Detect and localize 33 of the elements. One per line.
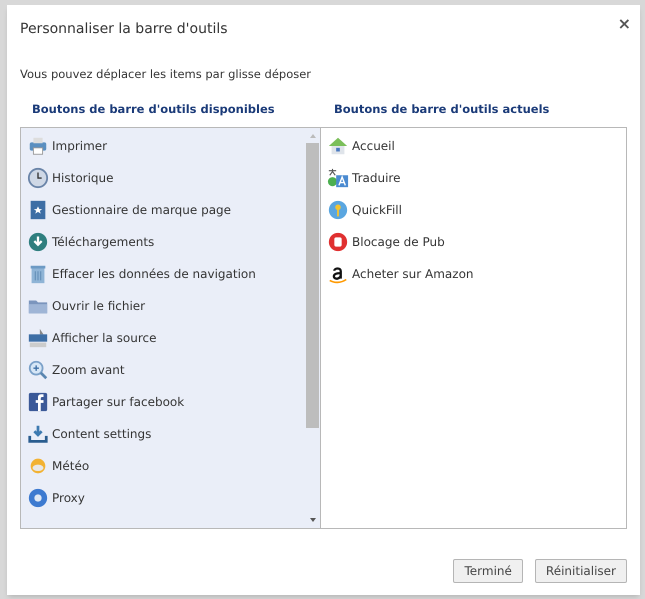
toolbar-item[interactable]: Afficher la source (52, 328, 156, 346)
toolbar-item[interactable]: Historique (52, 168, 114, 186)
column-heading: Boutons de barre d'outils disponibles (31, 101, 276, 118)
toolbar-item[interactable]: Gestionnaire de marque page (52, 200, 232, 218)
scrollbar-thumb[interactable] (306, 142, 319, 428)
toolbar-item[interactable]: Ouvrir le fichier (52, 296, 146, 314)
dialog-button[interactable]: Terminé (453, 558, 523, 582)
column-heading: Boutons de barre d'outils actuels (333, 101, 550, 118)
scroll-up-icon[interactable] (308, 132, 316, 140)
zoom-in-icon (27, 358, 49, 380)
toolbar-item[interactable]: Accueil (352, 136, 395, 154)
instruction-text: Vous pouvez déplacer les items par glisse déposer (20, 66, 312, 83)
toolbar-item[interactable]: Météo (52, 456, 90, 474)
key-bubble-icon (327, 198, 349, 220)
toolbar-item[interactable]: Imprimer (52, 136, 108, 154)
scroll-down-icon[interactable] (308, 516, 316, 524)
toolbar-item[interactable]: Téléchargements (52, 232, 154, 250)
toolbar-item[interactable]: Content settings (52, 424, 152, 442)
toolbar-item[interactable]: QuickFill (352, 200, 402, 218)
toolbar-item[interactable]: Proxy (52, 488, 85, 506)
toolbar-item[interactable]: Effacer les données de navigation (52, 264, 256, 282)
toolbar-item[interactable]: Blocage de Pub (352, 232, 445, 250)
clock-icon (27, 166, 49, 188)
toolbar-item[interactable]: Partager sur facebook (52, 392, 184, 410)
dialog-button[interactable]: Réinitialiser (534, 558, 627, 582)
translate-icon (327, 166, 349, 188)
facebook-icon (27, 390, 49, 412)
dialog-title: Personnaliser la barre d'outils (20, 20, 228, 39)
toolbar-item[interactable]: Traduire (352, 168, 400, 186)
close-button[interactable]: × (618, 16, 631, 32)
download-icon (27, 230, 49, 252)
toolbar-item[interactable]: Acheter sur Amazon (352, 264, 474, 282)
toolbar-item[interactable]: Zoom avant (52, 360, 125, 378)
